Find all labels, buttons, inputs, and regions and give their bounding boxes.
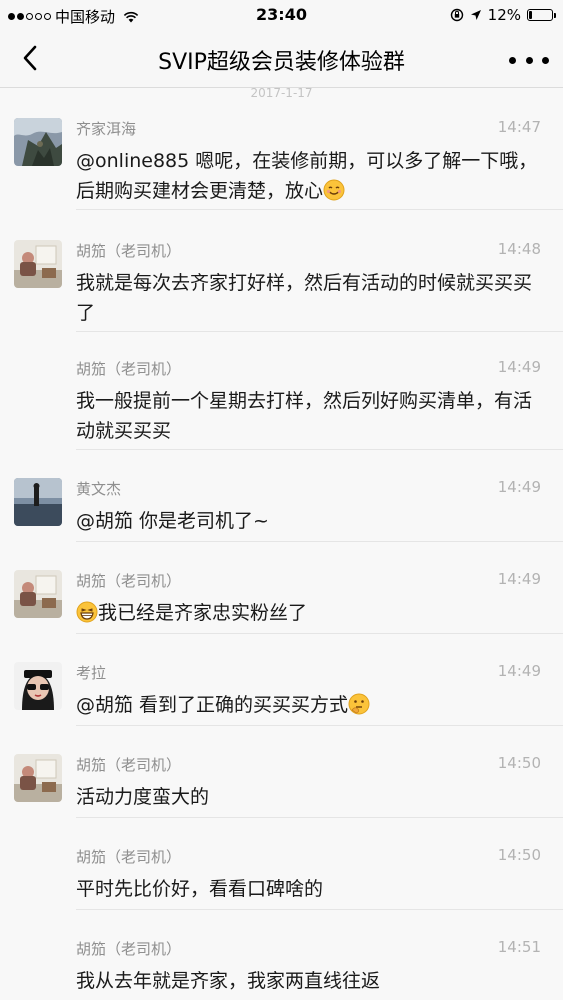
chat-title: SVIP超级会员装修体验群 xyxy=(158,50,405,75)
battery-icon xyxy=(527,9,556,21)
message-item[interactable]: 齐家洱海 14:47 @online885 嗯呢，在装修前期，可以多了解一下哦，… xyxy=(0,118,563,210)
divider xyxy=(76,817,563,818)
avatar[interactable] xyxy=(14,662,62,710)
avatar[interactable] xyxy=(14,118,62,166)
divider xyxy=(76,633,563,634)
more-dot-icon xyxy=(542,56,549,64)
avatar[interactable] xyxy=(14,570,62,618)
message-time: 14:48 xyxy=(497,240,541,258)
avatar[interactable] xyxy=(14,754,62,802)
more-options-button[interactable] xyxy=(509,48,549,72)
message-text: @胡笳 你是老司机了~ xyxy=(76,510,269,532)
message-text: 我已经是齐家忠实粉丝了 xyxy=(76,598,541,628)
message-text: @online885 嗯呢，在装修前期，可以多了解一下哦，后期购买建材会更清楚，… xyxy=(76,146,541,206)
message-item[interactable]: 胡笳（老司机） 14:50 平时先比价好，看看口碑啥的 xyxy=(0,846,563,910)
message-text-content: @online885 嗯呢，在装修前期，可以多了解一下哦，后期购买建材会更清楚，… xyxy=(76,150,538,202)
message-text: 活动力度蛮大的 xyxy=(76,786,210,808)
sender-name: 胡笳（老司机） xyxy=(76,572,182,590)
message-text: @胡笳 看到了正确的买买买方式 xyxy=(76,690,541,720)
thinking-emoji-icon xyxy=(348,693,370,715)
nav-bar: SVIP超级会员装修体验群 xyxy=(0,30,563,88)
message-text: 平时先比价好，看看口碑啥的 xyxy=(76,878,324,900)
message-time: 14:47 xyxy=(497,118,541,136)
avatar[interactable] xyxy=(14,478,62,526)
message-item[interactable]: 黄文杰 14:49 @胡笳 你是老司机了~ xyxy=(0,478,563,542)
sender-name: 胡笳（老司机） xyxy=(76,242,182,260)
location-arrow-icon xyxy=(470,10,481,20)
orientation-lock-icon xyxy=(450,8,463,22)
sender-name: 胡笳（老司机） xyxy=(76,940,182,958)
divider xyxy=(76,449,563,450)
sender-name: 黄文杰 xyxy=(76,480,122,498)
grin-emoji-icon xyxy=(76,601,98,623)
date-separator: 2017-1-17 xyxy=(250,88,313,100)
message-time: 14:50 xyxy=(497,754,541,772)
message-time: 14:51 xyxy=(497,938,541,956)
message-text-content: 我已经是齐家忠实粉丝了 xyxy=(98,602,308,624)
sender-name: 胡笳（老司机） xyxy=(76,360,182,378)
avatar[interactable] xyxy=(14,240,62,288)
status-right: 12% xyxy=(450,6,556,24)
back-button[interactable] xyxy=(12,40,48,76)
divider xyxy=(76,209,563,210)
smile-emoji-icon xyxy=(323,179,345,201)
sender-name: 齐家洱海 xyxy=(76,120,137,138)
message-text: 我就是每次去齐家打好样，然后有活动的时候就买买买了 xyxy=(76,272,533,324)
more-dot-icon xyxy=(525,56,533,64)
more-dot-icon xyxy=(509,56,516,64)
message-item[interactable]: 胡笳（老司机） 14:50 活动力度蛮大的 xyxy=(0,754,563,818)
sender-name: 胡笳（老司机） xyxy=(76,756,182,774)
chevron-left-icon xyxy=(23,45,37,71)
sender-name: 胡笳（老司机） xyxy=(76,848,182,866)
message-time: 14:50 xyxy=(497,846,541,864)
divider xyxy=(76,541,563,542)
message-text-content: @胡笳 看到了正确的买买买方式 xyxy=(76,694,349,716)
divider xyxy=(76,909,563,910)
message-item[interactable]: 考拉 14:49 @胡笳 看到了正确的买买买方式 xyxy=(0,662,563,726)
message-time: 14:49 xyxy=(497,478,541,496)
divider xyxy=(76,725,563,726)
message-time: 14:49 xyxy=(497,662,541,680)
sender-name: 考拉 xyxy=(76,664,107,682)
message-list[interactable]: 2017-1-17 齐家洱海 14:47 @online885 嗯呢，在装修前期… xyxy=(0,88,563,1000)
divider xyxy=(76,331,563,332)
message-time: 14:49 xyxy=(497,570,541,588)
status-bar: 中国移动 23:40 12% xyxy=(0,0,563,30)
message-text: 我一般提前一个星期去打样，然后列好购买清单，有活动就买买买 xyxy=(76,390,533,442)
message-text: 我从去年就是齐家，我家两直线往返 xyxy=(76,970,381,992)
battery-percent: 12% xyxy=(487,6,521,24)
message-item[interactable]: 胡笳（老司机） 14:49 我已经是齐家忠实粉丝了 xyxy=(0,570,563,634)
message-time: 14:49 xyxy=(497,358,541,376)
message-item[interactable]: 胡笳（老司机） 14:51 我从去年就是齐家，我家两直线往返 xyxy=(0,938,563,1000)
message-item[interactable]: 胡笳（老司机） 14:48 我就是每次去齐家打好样，然后有活动的时候就买买买了 xyxy=(0,240,563,332)
message-item[interactable]: 胡笳（老司机） 14:49 我一般提前一个星期去打样，然后列好购买清单，有活动就… xyxy=(0,358,563,450)
